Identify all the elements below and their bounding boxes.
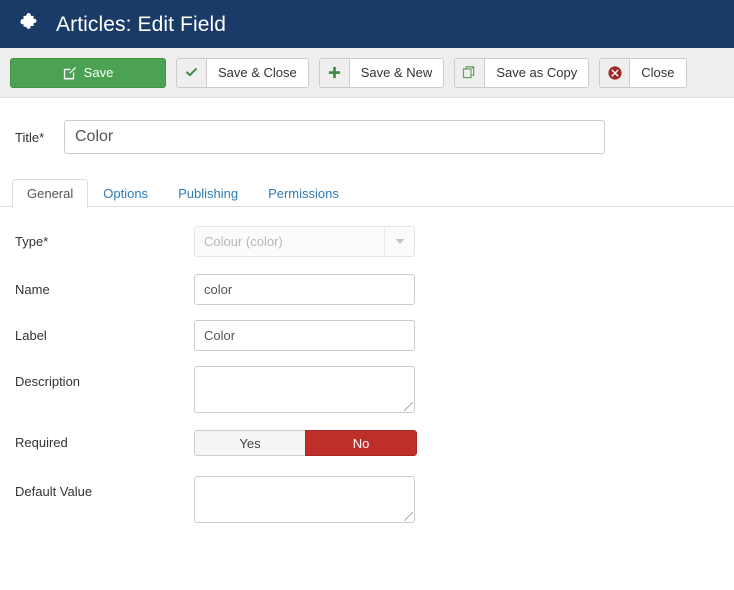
required-field-label: Required — [15, 435, 68, 450]
page-title: Articles: Edit Field — [56, 12, 227, 36]
required-toggle-no[interactable]: No — [305, 430, 417, 456]
name-input[interactable] — [194, 274, 415, 305]
title-field-row: Title* — [0, 98, 734, 154]
tab-permissions[interactable]: Permissions — [253, 179, 354, 208]
close-button-label[interactable]: Close — [630, 58, 686, 87]
edit-square-icon — [63, 66, 77, 80]
title-input[interactable] — [64, 120, 605, 154]
default-value-textarea[interactable] — [194, 476, 415, 523]
name-field-label: Name — [15, 282, 50, 297]
default-value-field-label: Default Value — [15, 484, 93, 499]
description-textarea[interactable] — [194, 366, 415, 413]
type-field-row: Type* Colour (color) — [0, 226, 734, 257]
label-input[interactable] — [194, 320, 415, 351]
general-tab-panel: Type* Colour (color) Name Label Descript… — [0, 207, 734, 523]
save-and-close-button[interactable]: Save & Close — [176, 57, 309, 88]
toolbar: Save Save & Close Save & New Save as Cop… — [0, 48, 734, 98]
label-field-row: Label — [0, 320, 734, 351]
name-field-row: Name — [0, 274, 734, 305]
save-and-new-button[interactable]: Save & New — [318, 57, 445, 88]
save-and-close-label[interactable]: Save & Close — [207, 58, 308, 87]
type-field-label: Type* — [15, 226, 194, 250]
circle-x-icon[interactable] — [600, 58, 631, 87]
chevron-down-icon[interactable] — [384, 227, 414, 256]
required-toggle-yes[interactable]: Yes — [194, 430, 305, 456]
type-label-text: Type — [15, 234, 44, 249]
required-field-row: Required Yes No — [0, 430, 734, 456]
title-required-marker: * — [39, 129, 45, 145]
save-as-copy-label[interactable]: Save as Copy — [485, 58, 589, 87]
puzzle-piece-icon — [16, 11, 42, 37]
required-toggle[interactable]: Yes No — [194, 430, 417, 456]
title-field-label: Title* — [15, 130, 64, 145]
tab-general[interactable]: General — [12, 179, 89, 208]
title-label-text: Title — [15, 129, 40, 145]
page-header: Articles: Edit Field — [0, 0, 734, 48]
type-select-value: Colour (color) — [204, 234, 283, 249]
save-button[interactable]: Save — [10, 57, 166, 88]
tab-publishing[interactable]: Publishing — [163, 179, 253, 208]
default-value-field-row: Default Value — [0, 476, 734, 523]
description-field-label: Description — [15, 374, 81, 389]
close-button[interactable]: Close — [599, 57, 687, 88]
save-as-copy-button[interactable]: Save as Copy — [454, 57, 590, 88]
description-field-row: Description — [0, 366, 734, 413]
label-field-label: Label — [15, 328, 47, 343]
tab-bar: General Options Publishing Permissions — [0, 176, 734, 208]
type-select[interactable]: Colour (color) — [194, 226, 415, 257]
plus-icon[interactable] — [319, 58, 350, 87]
copy-icon[interactable] — [455, 58, 486, 87]
save-button-label: Save — [83, 65, 114, 80]
tab-options[interactable]: Options — [88, 179, 163, 208]
check-icon[interactable] — [177, 58, 207, 87]
type-required-marker: * — [43, 234, 49, 249]
save-as-new-label[interactable]: Save & New — [349, 58, 444, 87]
